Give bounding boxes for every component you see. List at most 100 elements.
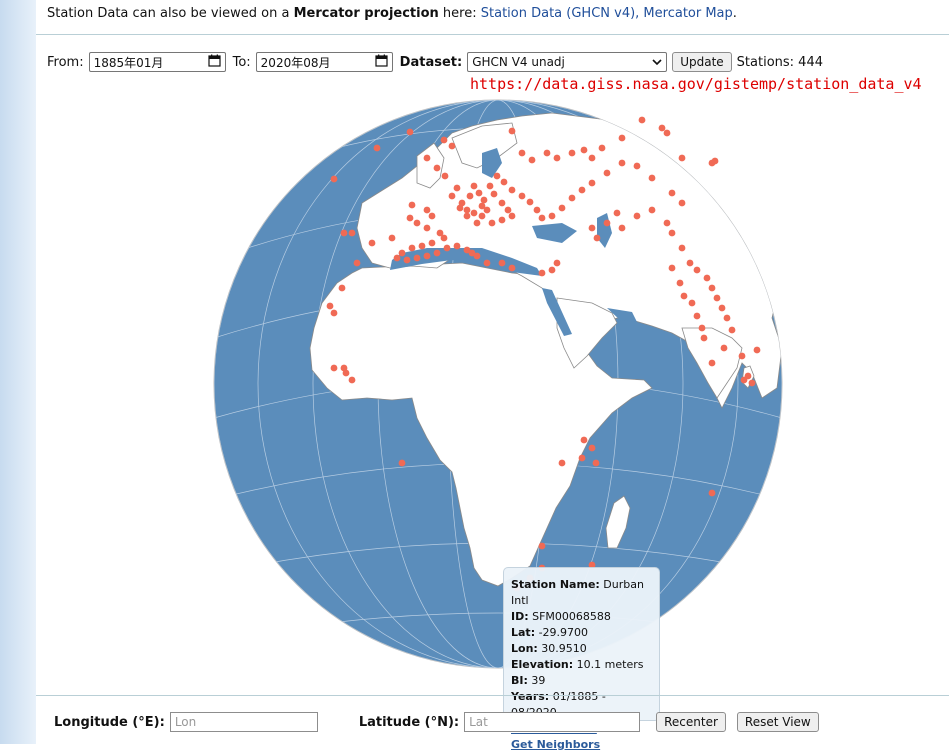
station-marker[interactable] xyxy=(440,136,448,144)
station-marker[interactable] xyxy=(441,172,449,180)
reset-view-button[interactable]: Reset View xyxy=(736,712,819,732)
station-marker[interactable] xyxy=(588,444,596,452)
station-marker[interactable] xyxy=(668,189,676,197)
station-marker[interactable] xyxy=(330,364,338,372)
station-marker[interactable] xyxy=(440,234,448,242)
station-marker[interactable] xyxy=(613,209,621,217)
station-marker[interactable] xyxy=(453,184,461,192)
update-button[interactable]: Update xyxy=(672,52,732,72)
station-marker[interactable] xyxy=(578,454,586,462)
station-marker[interactable] xyxy=(638,116,646,124)
station-marker[interactable] xyxy=(448,142,456,150)
station-marker[interactable] xyxy=(578,186,586,194)
dataset-select[interactable]: GHCN V4 unadj xyxy=(467,52,668,72)
station-marker[interactable] xyxy=(603,169,611,177)
station-marker[interactable] xyxy=(353,259,361,267)
station-marker[interactable] xyxy=(348,229,356,237)
station-marker[interactable] xyxy=(526,198,534,206)
station-marker[interactable] xyxy=(470,209,478,217)
station-marker[interactable] xyxy=(713,294,721,302)
station-marker[interactable] xyxy=(483,259,491,267)
station-marker[interactable] xyxy=(398,459,406,467)
station-marker[interactable] xyxy=(558,459,566,467)
mercator-map-link[interactable]: Station Data (GHCN v4), Mercator Map xyxy=(481,6,733,21)
station-marker[interactable] xyxy=(553,259,561,267)
station-marker[interactable] xyxy=(708,359,716,367)
station-marker[interactable] xyxy=(468,249,476,257)
station-marker[interactable] xyxy=(498,199,506,207)
station-marker[interactable] xyxy=(498,216,506,224)
station-marker[interactable] xyxy=(508,212,516,220)
station-marker[interactable] xyxy=(488,219,496,227)
station-marker[interactable] xyxy=(618,134,626,142)
station-marker[interactable] xyxy=(740,376,748,384)
station-marker[interactable] xyxy=(486,182,494,190)
recenter-button[interactable]: Recenter xyxy=(656,712,726,732)
station-marker[interactable] xyxy=(753,346,761,354)
station-marker[interactable] xyxy=(658,124,666,132)
station-marker[interactable] xyxy=(423,252,431,260)
station-marker[interactable] xyxy=(728,326,736,334)
station-marker[interactable] xyxy=(698,324,706,332)
station-marker[interactable] xyxy=(592,459,600,467)
station-marker[interactable] xyxy=(413,254,421,262)
station-marker[interactable] xyxy=(428,239,436,247)
station-marker[interactable] xyxy=(533,206,541,214)
station-marker[interactable] xyxy=(633,162,641,170)
station-marker[interactable] xyxy=(393,254,401,262)
station-marker[interactable] xyxy=(418,242,426,250)
station-marker[interactable] xyxy=(580,436,588,444)
station-marker[interactable] xyxy=(475,189,483,197)
station-marker[interactable] xyxy=(423,224,431,232)
station-marker[interactable] xyxy=(543,149,551,157)
station-marker[interactable] xyxy=(428,212,436,220)
station-marker[interactable] xyxy=(558,204,566,212)
station-marker[interactable] xyxy=(448,192,456,200)
station-marker[interactable] xyxy=(406,214,414,222)
station-marker[interactable] xyxy=(678,244,686,252)
station-marker[interactable] xyxy=(456,204,464,212)
station-marker[interactable] xyxy=(508,186,516,194)
station-marker[interactable] xyxy=(326,302,334,310)
station-marker[interactable] xyxy=(548,212,556,220)
station-marker[interactable] xyxy=(508,127,516,135)
station-marker[interactable] xyxy=(528,156,536,164)
station-marker[interactable] xyxy=(748,379,756,387)
station-marker[interactable] xyxy=(668,264,676,272)
station-marker[interactable] xyxy=(498,259,506,267)
from-date-input[interactable]: 1885年01月 xyxy=(88,52,226,72)
station-marker[interactable] xyxy=(463,212,471,220)
station-marker[interactable] xyxy=(603,219,611,227)
station-marker[interactable] xyxy=(398,249,406,257)
station-marker[interactable] xyxy=(480,196,488,204)
calendar-icon[interactable] xyxy=(375,54,388,70)
station-marker[interactable] xyxy=(470,182,478,190)
station-marker[interactable] xyxy=(518,149,526,157)
station-marker[interactable] xyxy=(330,175,338,183)
station-marker[interactable] xyxy=(408,244,416,252)
station-marker[interactable] xyxy=(443,244,451,252)
station-marker[interactable] xyxy=(593,234,601,242)
station-marker[interactable] xyxy=(504,206,512,214)
station-marker[interactable] xyxy=(676,279,684,287)
station-marker[interactable] xyxy=(693,312,701,320)
station-marker[interactable] xyxy=(388,234,396,242)
station-marker[interactable] xyxy=(568,149,576,157)
station-marker[interactable] xyxy=(678,199,686,207)
station-marker[interactable] xyxy=(678,154,686,162)
station-marker[interactable] xyxy=(693,266,701,274)
station-marker[interactable] xyxy=(493,172,501,180)
station-marker[interactable] xyxy=(373,144,381,152)
station-marker[interactable] xyxy=(483,206,491,214)
station-marker[interactable] xyxy=(711,157,719,165)
station-marker[interactable] xyxy=(648,206,656,214)
station-marker[interactable] xyxy=(718,304,726,312)
station-marker[interactable] xyxy=(680,292,688,300)
station-marker[interactable] xyxy=(342,369,350,377)
station-marker[interactable] xyxy=(688,299,696,307)
station-marker[interactable] xyxy=(548,266,556,274)
station-marker[interactable] xyxy=(580,146,588,154)
station-marker[interactable] xyxy=(473,219,481,227)
station-marker[interactable] xyxy=(588,179,596,187)
station-marker[interactable] xyxy=(633,212,641,220)
